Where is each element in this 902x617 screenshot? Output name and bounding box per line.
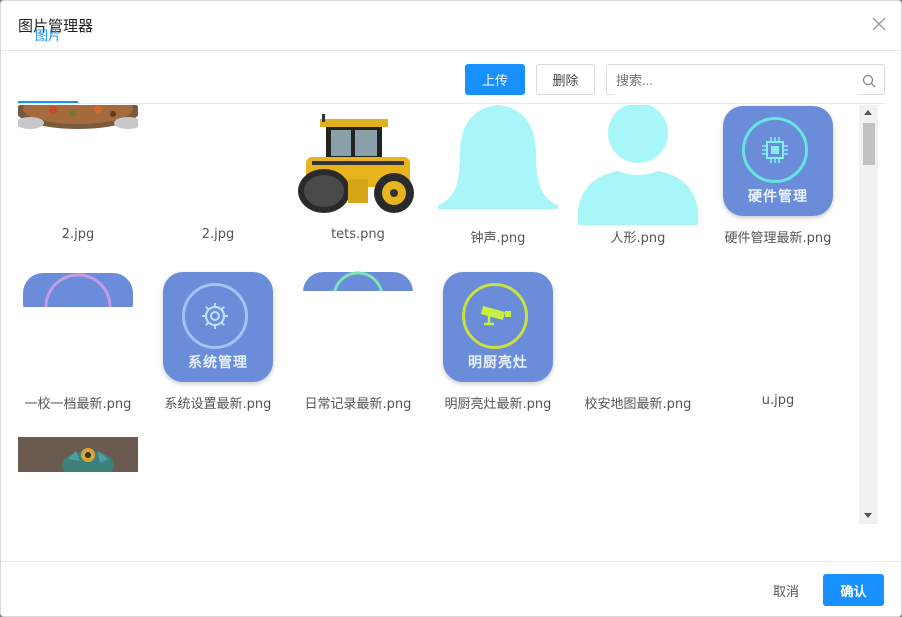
image-name: 一校一档最新.png bbox=[24, 397, 132, 412]
image-thumbnail bbox=[298, 105, 418, 217]
image-thumbnail bbox=[18, 105, 138, 130]
image-name: 人形.png bbox=[610, 231, 666, 246]
close-icon[interactable] bbox=[871, 16, 887, 32]
image-item[interactable]: 硬件管理 硬件管理最新.png bbox=[718, 105, 838, 246]
image-thumbnail bbox=[578, 105, 698, 225]
image-name: 钟声.png bbox=[470, 231, 526, 246]
icon-caption: 明厨亮灶 bbox=[468, 355, 528, 371]
image-item[interactable]: tets.png bbox=[298, 105, 418, 245]
gear-icon: 系统管理 bbox=[163, 272, 273, 382]
dialog-footer: 取消 确认 bbox=[1, 561, 901, 616]
image-manager-dialog: 图片管理器 图片 上传 删除 2.jpg bbox=[0, 0, 902, 617]
image-thumbnail bbox=[18, 271, 138, 307]
image-item[interactable]: 明厨亮灶 明厨亮灶最新.png bbox=[438, 271, 558, 412]
image-name: tets.png bbox=[331, 227, 385, 242]
image-item[interactable]: 一校一档最新.png bbox=[18, 271, 138, 412]
image-thumbnail bbox=[438, 105, 558, 215]
scroll-up-icon[interactable] bbox=[864, 110, 872, 115]
image-thumbnail bbox=[18, 437, 138, 472]
image-grid: 2.jpg 2.jpg tets.png 钟声.png 人形.png 硬件管理 … bbox=[17, 105, 859, 524]
image-item[interactable]: 2.jpg bbox=[158, 105, 278, 245]
image-name: 明厨亮灶最新.png bbox=[444, 397, 552, 412]
image-thumbnail bbox=[158, 105, 278, 110]
scroll-down-icon[interactable] bbox=[864, 513, 872, 518]
search-box bbox=[606, 64, 885, 96]
image-name: 系统设置最新.png bbox=[164, 397, 272, 412]
image-name: 2.jpg bbox=[201, 227, 235, 242]
icon-caption: 系统管理 bbox=[188, 355, 248, 371]
search-input[interactable] bbox=[614, 65, 858, 96]
toolbar-divider bbox=[18, 103, 884, 104]
image-thumbnail bbox=[298, 271, 418, 291]
image-item[interactable] bbox=[18, 437, 138, 477]
scroll-thumb[interactable] bbox=[863, 123, 875, 165]
image-item[interactable]: 日常记录最新.png bbox=[298, 271, 418, 412]
image-name: 日常记录最新.png bbox=[304, 397, 412, 412]
image-name: u.jpg bbox=[761, 393, 795, 408]
dialog-header: 图片管理器 bbox=[1, 1, 901, 51]
image-name: 校安地图最新.png bbox=[584, 397, 692, 412]
image-item[interactable]: 钟声.png bbox=[438, 105, 558, 246]
cancel-button[interactable]: 取消 bbox=[759, 574, 813, 606]
image-item[interactable]: 系统管理 系统设置最新.png bbox=[158, 271, 278, 412]
scrollbar[interactable] bbox=[859, 105, 878, 524]
image-name: 2.jpg bbox=[61, 227, 95, 242]
search-icon[interactable] bbox=[862, 73, 876, 92]
tab-images[interactable]: 图片 bbox=[18, 27, 78, 54]
image-item[interactable]: 2.jpg bbox=[18, 105, 138, 245]
delete-button[interactable]: 删除 bbox=[536, 64, 595, 95]
image-name: 硬件管理最新.png bbox=[724, 231, 832, 246]
icon-caption: 硬件管理 bbox=[748, 189, 808, 205]
upload-button[interactable]: 上传 bbox=[465, 64, 525, 95]
image-item[interactable]: 校安地图最新.png bbox=[578, 271, 698, 412]
chip-icon: 硬件管理 bbox=[723, 106, 833, 216]
image-item[interactable]: u.jpg bbox=[718, 271, 838, 411]
confirm-button[interactable]: 确认 bbox=[823, 574, 884, 606]
camera-icon: 明厨亮灶 bbox=[443, 272, 553, 382]
image-item[interactable]: 人形.png bbox=[578, 105, 698, 246]
